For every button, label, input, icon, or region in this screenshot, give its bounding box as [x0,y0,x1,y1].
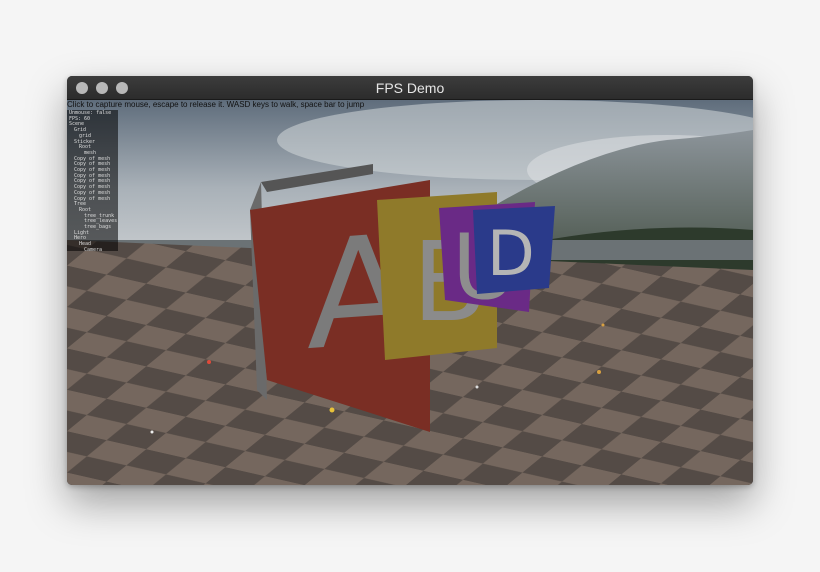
app-window: FPS Demo A D Click to capture mouse, esc… [67,76,753,485]
window-title: FPS Demo [375,80,445,96]
floor-marker [597,370,601,374]
scene-render: A B U D [67,100,753,485]
scene-tree-panel: Unmouse: false FPS: 60 Scene Grid grid Sticke… [67,110,118,251]
floor-marker [207,360,211,364]
block-d-letter: D [487,217,535,290]
floor-marker [150,430,154,434]
floor-marker [475,385,479,389]
floor-marker [329,407,335,413]
title-bar[interactable]: FPS Demo [67,76,753,100]
game-viewport[interactable]: A B U D Click to capture mouse, escape t… [67,100,753,485]
floor-marker [601,323,605,327]
scene-tree-item[interactable]: Camera [69,247,116,251]
instructions-text: Click to capture mouse, escape to releas… [67,100,365,109]
